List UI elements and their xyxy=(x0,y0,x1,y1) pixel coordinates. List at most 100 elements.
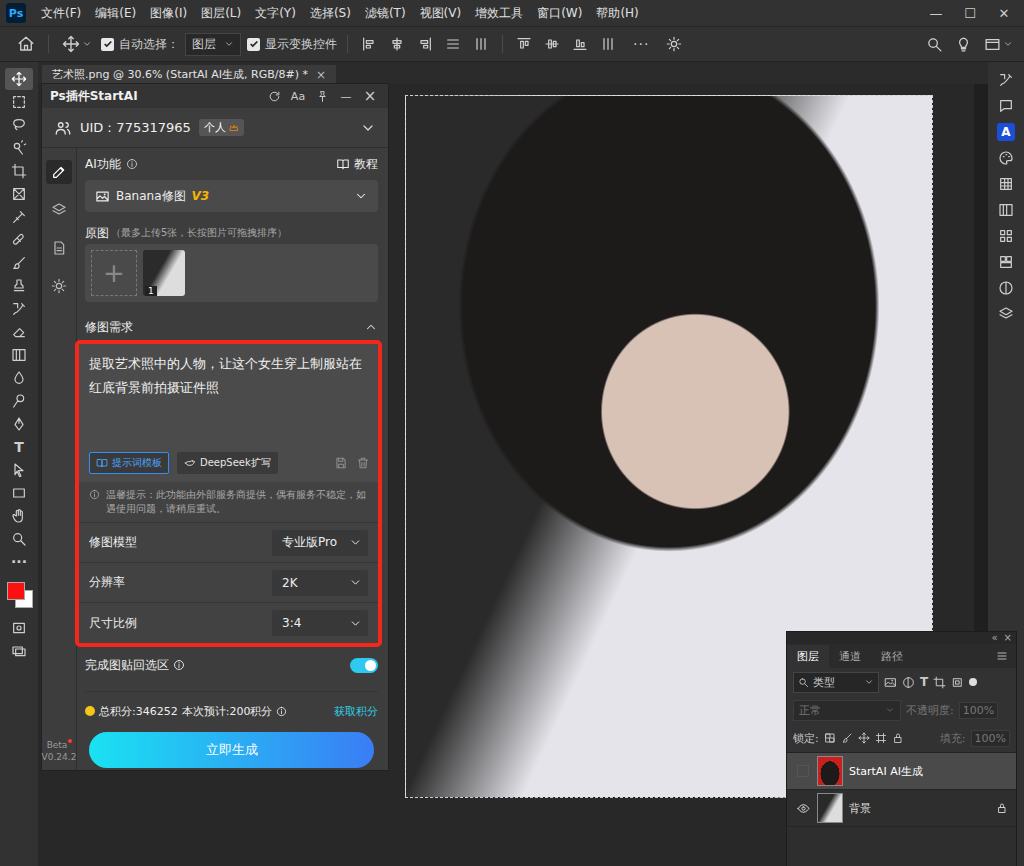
layer-row[interactable]: StartAI AI生成 xyxy=(787,753,1016,790)
request-textarea[interactable]: 提取艺术照中的人物，让这个女生穿上制服站在红底背景前拍摄证件照 提示词模板 De… xyxy=(79,344,378,482)
align-button[interactable] xyxy=(414,34,436,54)
tool-button[interactable] xyxy=(5,482,33,504)
lock-button[interactable] xyxy=(858,732,870,744)
visibility-toggle[interactable] xyxy=(795,765,811,777)
panel-button[interactable] xyxy=(994,70,1018,90)
blend-select[interactable]: 正常 xyxy=(793,700,901,721)
setting-select[interactable]: 3:4 xyxy=(272,610,368,636)
tool-button[interactable] xyxy=(5,229,33,251)
checkbox[interactable] xyxy=(101,38,114,51)
ps-logo[interactable]: Ps xyxy=(6,3,26,23)
window-control[interactable]: ✕ xyxy=(990,6,1018,21)
filter-button[interactable]: T xyxy=(920,675,928,689)
panel-button[interactable]: « xyxy=(991,633,997,643)
home-button[interactable] xyxy=(14,33,38,55)
menu-icon[interactable] xyxy=(996,650,1008,662)
panel-tab[interactable]: 图层 xyxy=(787,645,829,668)
tool-button[interactable] xyxy=(5,617,33,639)
panel-button[interactable] xyxy=(994,304,1018,324)
account-row[interactable]: UID：775317965 个人 xyxy=(42,108,388,148)
panel-button[interactable] xyxy=(994,278,1018,298)
fill-field[interactable]: 100% xyxy=(971,730,1010,747)
tool-button[interactable]: ··· xyxy=(5,551,33,573)
panel-button[interactable] xyxy=(994,200,1018,220)
tool-button[interactable] xyxy=(5,640,33,662)
align-button[interactable] xyxy=(569,34,591,54)
deepseek-button[interactable]: DeepSeek扩写 xyxy=(177,452,278,474)
sidebar-tab[interactable] xyxy=(46,160,72,184)
align-button[interactable] xyxy=(470,34,492,54)
delete-button[interactable] xyxy=(356,456,370,470)
filter-button[interactable] xyxy=(902,676,915,689)
tool-button[interactable] xyxy=(5,344,33,366)
align-button[interactable] xyxy=(597,34,619,54)
checkbox[interactable] xyxy=(247,38,260,51)
workspace-button[interactable] xyxy=(981,34,1016,55)
add-image-button[interactable]: + xyxy=(91,250,137,296)
align-button[interactable] xyxy=(358,34,380,54)
close-tab-button[interactable]: × xyxy=(316,68,326,82)
panel-button[interactable]: × xyxy=(1004,633,1012,643)
window-control[interactable]: ☐ xyxy=(956,6,984,21)
tool-button[interactable] xyxy=(5,459,33,481)
search-button[interactable] xyxy=(923,34,946,55)
tool-button[interactable] xyxy=(5,321,33,343)
tool-button[interactable] xyxy=(5,390,33,412)
panel-button[interactable]: A xyxy=(994,122,1018,142)
tool-preset[interactable] xyxy=(59,33,95,55)
panel-button[interactable] xyxy=(994,252,1018,272)
panel-button[interactable] xyxy=(994,148,1018,168)
source-thumbnail[interactable]: 1 xyxy=(143,250,185,296)
menu-item[interactable]: 文件(F) xyxy=(34,5,88,22)
paste-back-toggle[interactable] xyxy=(350,658,378,673)
get-points-link[interactable]: 获取积分 xyxy=(334,704,378,719)
home-icon[interactable] xyxy=(17,35,35,53)
auto-select-checkbox[interactable]: 自动选择： xyxy=(101,36,179,53)
sidebar-tab[interactable] xyxy=(46,236,72,260)
filter-select[interactable]: 类型 xyxy=(793,672,879,693)
layer-row[interactable]: 背景 xyxy=(787,790,1016,827)
panel-tab[interactable]: 路径 xyxy=(871,645,913,668)
close-button[interactable]: × xyxy=(360,87,380,105)
tool-button[interactable] xyxy=(5,114,33,136)
panel-button[interactable] xyxy=(994,174,1018,194)
save-button[interactable] xyxy=(334,456,348,470)
opacity-field[interactable]: 100% xyxy=(959,702,998,719)
menu-item[interactable]: 窗口(W) xyxy=(530,5,589,22)
show-transform-checkbox[interactable]: 显示变换控件 xyxy=(247,36,337,53)
align-button[interactable] xyxy=(541,34,563,54)
tutorial-link[interactable]: 教程 xyxy=(336,156,378,173)
tool-button[interactable] xyxy=(5,160,33,182)
menu-item[interactable]: 选择(S) xyxy=(303,5,358,22)
sidebar-tab[interactable] xyxy=(46,274,72,298)
tool-button[interactable] xyxy=(5,413,33,435)
tool-button[interactable] xyxy=(5,137,33,159)
prompt-template-button[interactable]: 提示词模板 xyxy=(89,452,169,474)
filter-button[interactable] xyxy=(933,676,946,689)
tool-button[interactable] xyxy=(5,505,33,527)
tool-button[interactable] xyxy=(5,68,33,90)
lock-button[interactable] xyxy=(875,732,887,744)
tool-button[interactable] xyxy=(5,206,33,228)
tool-button[interactable] xyxy=(5,91,33,113)
tool-button[interactable] xyxy=(5,252,33,274)
more-button[interactable]: ··· xyxy=(625,36,657,52)
align-button[interactable] xyxy=(386,34,408,54)
menu-item[interactable]: 视图(V) xyxy=(413,5,469,22)
visibility-toggle[interactable] xyxy=(795,802,811,815)
request-header[interactable]: 修图需求 xyxy=(85,314,378,340)
tool-button[interactable] xyxy=(5,528,33,550)
target-select[interactable]: 图层 xyxy=(185,33,241,56)
tool-button[interactable]: T xyxy=(5,436,33,458)
setting-select[interactable]: 专业版Pro xyxy=(272,530,368,556)
function-select[interactable]: Banana修图 V3 xyxy=(85,180,378,212)
menu-item[interactable]: 编辑(E) xyxy=(88,5,143,22)
tool-button[interactable] xyxy=(5,298,33,320)
tool-button[interactable] xyxy=(5,275,33,297)
generate-button[interactable]: 立即生成 xyxy=(89,732,374,768)
align-button[interactable] xyxy=(442,34,464,54)
panel-tab[interactable]: 通道 xyxy=(829,645,871,668)
foreground-swatch[interactable] xyxy=(7,582,25,600)
menu-item[interactable]: 图像(I) xyxy=(143,5,194,22)
settings-button[interactable] xyxy=(663,34,685,54)
